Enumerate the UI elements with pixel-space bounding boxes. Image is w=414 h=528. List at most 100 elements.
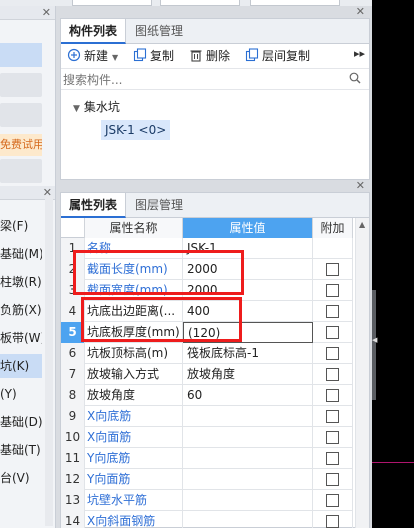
top-tab-edge bbox=[72, 0, 152, 6]
extra-cell bbox=[313, 301, 353, 322]
property-tabs: 属性列表 图层管理 bbox=[61, 193, 369, 218]
copy-label: 复制 bbox=[150, 49, 175, 63]
tree-node-root[interactable]: ▼ 集水坑 bbox=[73, 98, 120, 115]
property-value[interactable] bbox=[183, 406, 313, 427]
tree-root-label: 集水坑 bbox=[83, 100, 120, 114]
table-row[interactable]: 13 坑壁水平筋 bbox=[61, 490, 353, 511]
copy-button[interactable]: 复制 bbox=[133, 47, 174, 65]
property-scrollbar[interactable]: ▲ bbox=[355, 218, 369, 528]
table-row[interactable]: 8 放坡角度 60 bbox=[61, 385, 353, 406]
search-icon[interactable] bbox=[349, 72, 361, 84]
collapse-arrow-icon[interactable]: ▼ bbox=[73, 104, 80, 114]
highlight-box-bottom bbox=[81, 297, 242, 342]
left-nav-item[interactable] bbox=[0, 494, 42, 518]
scroll-up-icon[interactable]: ▲ bbox=[359, 220, 365, 229]
extra-checkbox[interactable] bbox=[326, 326, 339, 339]
property-name: X向面筋 bbox=[85, 427, 183, 448]
delete-label: 删除 bbox=[206, 49, 231, 63]
table-row[interactable]: 12 Y向面筋 bbox=[61, 469, 353, 490]
extra-cell bbox=[313, 259, 353, 280]
panel-splitter[interactable] bbox=[372, 290, 376, 400]
extra-cell bbox=[313, 238, 353, 259]
property-name: 放坡角度 bbox=[85, 385, 183, 406]
property-name: 坑板顶标高(m) bbox=[85, 343, 183, 364]
row-number: 12 bbox=[61, 469, 85, 490]
extra-checkbox[interactable] bbox=[326, 263, 339, 276]
table-row[interactable]: 6 坑板顶标高(m) 筏板底标高-1 bbox=[61, 343, 353, 364]
close-icon[interactable]: ✕ bbox=[356, 179, 365, 192]
property-value[interactable] bbox=[183, 448, 313, 469]
component-toolbar: 新建 ▼ 复制 删除 层间复制 ▸▸ bbox=[61, 44, 369, 69]
tab-drawing-management[interactable]: 图纸管理 bbox=[127, 19, 191, 44]
highlight-box-dimensions bbox=[73, 250, 244, 295]
top-tab-edge bbox=[250, 0, 340, 6]
new-button[interactable]: 新建 ▼ bbox=[67, 47, 118, 65]
close-icon[interactable]: ✕ bbox=[356, 5, 365, 18]
tab-component-list[interactable]: 构件列表 bbox=[61, 19, 127, 44]
tab-layer-management[interactable]: 图层管理 bbox=[127, 193, 191, 218]
left-nav-item[interactable]: 梁(F) bbox=[0, 214, 42, 238]
extra-checkbox[interactable] bbox=[326, 368, 339, 381]
extra-checkbox[interactable] bbox=[326, 284, 339, 297]
property-value[interactable]: 放坡角度 bbox=[183, 364, 313, 385]
left-nav-item[interactable]: (Y) bbox=[0, 382, 42, 406]
left-row[interactable] bbox=[0, 103, 42, 127]
extra-cell bbox=[313, 406, 353, 427]
free-trial-badge[interactable]: 免费试用 bbox=[0, 134, 42, 156]
left-nav-item[interactable]: 负筋(X) bbox=[0, 298, 42, 322]
extra-checkbox[interactable] bbox=[326, 452, 339, 465]
floor-copy-button[interactable]: 层间复制 bbox=[245, 47, 310, 65]
left-selected-row[interactable] bbox=[0, 43, 42, 67]
left-scrollbar[interactable] bbox=[45, 196, 53, 526]
property-value[interactable] bbox=[183, 469, 313, 490]
canvas-line bbox=[372, 462, 414, 463]
table-row[interactable]: 14 X向斜面钢筋 bbox=[61, 511, 353, 528]
collapse-arrow-icon[interactable]: ◀ bbox=[372, 336, 377, 344]
extra-checkbox[interactable] bbox=[326, 431, 339, 444]
property-value[interactable] bbox=[183, 427, 313, 448]
extra-checkbox[interactable] bbox=[326, 515, 339, 528]
property-name: 坑壁水平筋 bbox=[85, 490, 183, 511]
floor-copy-icon bbox=[245, 48, 259, 62]
table-row[interactable]: 10 X向面筋 bbox=[61, 427, 353, 448]
left-nav-item[interactable]: 基础(D) bbox=[0, 410, 42, 434]
search-input[interactable] bbox=[63, 71, 343, 88]
row-number: 14 bbox=[61, 511, 85, 528]
property-name: Y向面筋 bbox=[85, 469, 183, 490]
extra-checkbox[interactable] bbox=[326, 389, 339, 402]
left-nav-item[interactable]: 基础(T) bbox=[0, 438, 42, 462]
left-row[interactable] bbox=[0, 159, 42, 183]
tab-property-list[interactable]: 属性列表 bbox=[61, 193, 127, 218]
row-number-header bbox=[61, 218, 85, 238]
left-nav-item-active[interactable]: 坑(K) bbox=[0, 354, 42, 378]
table-row[interactable]: 9 X向底筋 bbox=[61, 406, 353, 427]
extra-checkbox[interactable] bbox=[326, 347, 339, 360]
property-grid-header: 属性名称 属性值 附加 bbox=[61, 218, 353, 238]
row-number: 9 bbox=[61, 406, 85, 427]
more-icon[interactable]: ▸▸ bbox=[354, 47, 365, 60]
extra-checkbox[interactable] bbox=[326, 305, 339, 318]
property-value[interactable]: 60 bbox=[183, 385, 313, 406]
tree-node-jsk-1[interactable]: JSK-1 <0> bbox=[101, 120, 171, 140]
chevron-down-icon[interactable]: ▼ bbox=[112, 53, 118, 62]
left-nav-item[interactable]: 基础(M) bbox=[0, 242, 42, 266]
left-nav-item[interactable]: 板带(W) bbox=[0, 326, 42, 350]
extra-checkbox[interactable] bbox=[326, 473, 339, 486]
left-nav-item[interactable]: 柱墩(R) bbox=[0, 270, 42, 294]
component-search bbox=[61, 69, 369, 90]
property-value[interactable]: 筏板底标高-1 bbox=[183, 343, 313, 364]
extra-cell bbox=[313, 448, 353, 469]
left-row[interactable] bbox=[0, 73, 42, 97]
extra-cell bbox=[313, 343, 353, 364]
table-row[interactable]: 11 Y向底筋 bbox=[61, 448, 353, 469]
table-row[interactable]: 7 放坡输入方式 放坡角度 bbox=[61, 364, 353, 385]
extra-cell bbox=[313, 511, 353, 528]
extra-checkbox[interactable] bbox=[326, 494, 339, 507]
extra-checkbox[interactable] bbox=[326, 410, 339, 423]
drawing-canvas[interactable]: ◀ bbox=[372, 0, 414, 528]
delete-button[interactable]: 删除 bbox=[189, 47, 230, 65]
property-value[interactable] bbox=[183, 490, 313, 511]
close-icon[interactable]: ✕ bbox=[42, 6, 51, 19]
property-value[interactable] bbox=[183, 511, 313, 528]
left-nav-item[interactable]: 台(V) bbox=[0, 466, 42, 490]
